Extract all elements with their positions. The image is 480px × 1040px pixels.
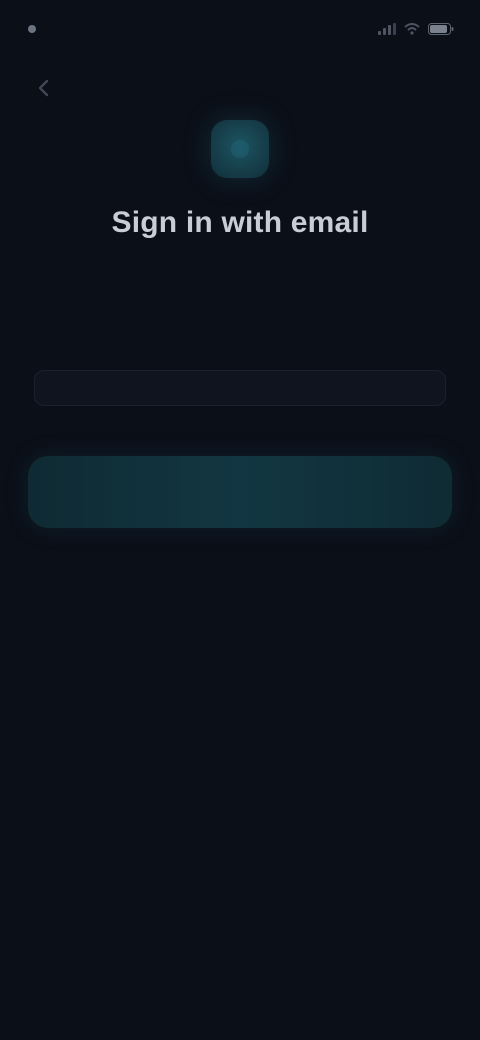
status-bar (28, 14, 454, 44)
sign-in-screen: Sign in with email (0, 0, 480, 1040)
app-logo-icon (211, 120, 269, 178)
camera-dot-icon (28, 25, 36, 33)
wifi-icon (404, 23, 420, 35)
continue-button[interactable] (28, 456, 452, 528)
page-title: Sign in with email (111, 206, 369, 239)
arrow-left-icon (33, 77, 55, 99)
email-field[interactable] (34, 370, 446, 406)
status-left (28, 25, 44, 33)
signal-icon (378, 23, 396, 35)
back-button[interactable] (22, 66, 66, 110)
battery-icon (428, 23, 454, 35)
status-right (378, 23, 454, 35)
